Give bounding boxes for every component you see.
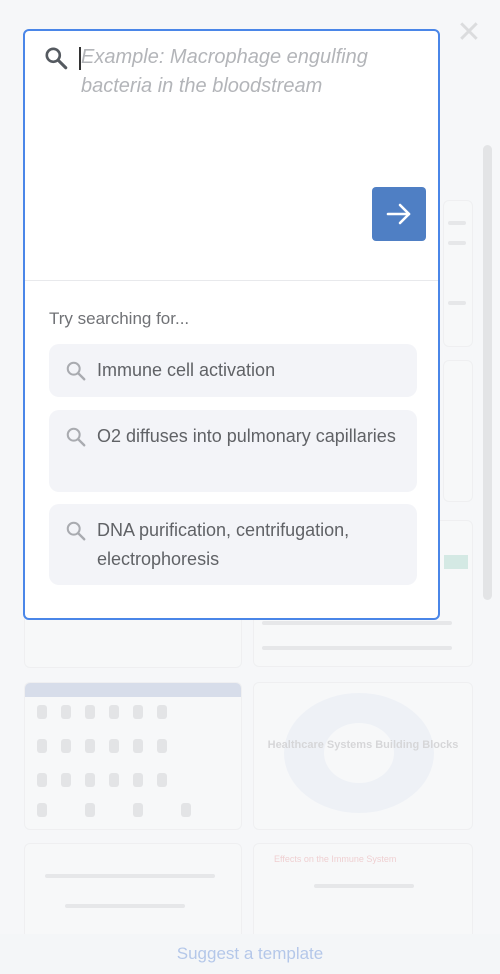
- suggestion-label: Immune cell activation: [97, 360, 276, 380]
- template-card[interactable]: [24, 843, 242, 945]
- template-card[interactable]: [443, 360, 473, 502]
- submit-search-button[interactable]: [372, 187, 426, 241]
- divider: [25, 280, 438, 281]
- search-input[interactable]: [79, 43, 411, 173]
- template-card[interactable]: Healthcare Systems Building Blocks: [253, 682, 473, 830]
- close-icon[interactable]: ✕: [456, 18, 482, 48]
- suggestion-label: O2 diffuses into pulmonary capillaries: [97, 426, 396, 446]
- template-card[interactable]: [443, 200, 473, 347]
- suggestion-label: DNA purification, centrifugation, electr…: [97, 520, 350, 569]
- search-icon: [66, 521, 86, 541]
- suggestion-item[interactable]: DNA purification, centrifugation, electr…: [49, 504, 417, 585]
- suggest-template-link[interactable]: Suggest a template: [0, 944, 500, 964]
- search-popover: Try searching for... Immune cell activat…: [23, 29, 440, 620]
- text-cursor: [79, 47, 81, 70]
- template-card[interactable]: Effects on the Immune System: [253, 843, 473, 945]
- suggestions-heading: Try searching for...: [49, 309, 190, 328]
- search-icon: [66, 361, 86, 381]
- arrow-right-icon: [386, 203, 411, 225]
- card-title: Effects on the Immune System: [274, 854, 397, 864]
- gallery-scrollbar[interactable]: [483, 145, 492, 600]
- search-icon: [45, 47, 68, 70]
- search-icon: [66, 427, 86, 447]
- suggestion-item[interactable]: Immune cell activation: [49, 344, 417, 397]
- suggestion-item[interactable]: O2 diffuses into pulmonary capillaries: [49, 410, 417, 492]
- template-card[interactable]: [24, 682, 242, 830]
- card-title: Healthcare Systems Building Blocks: [267, 739, 459, 751]
